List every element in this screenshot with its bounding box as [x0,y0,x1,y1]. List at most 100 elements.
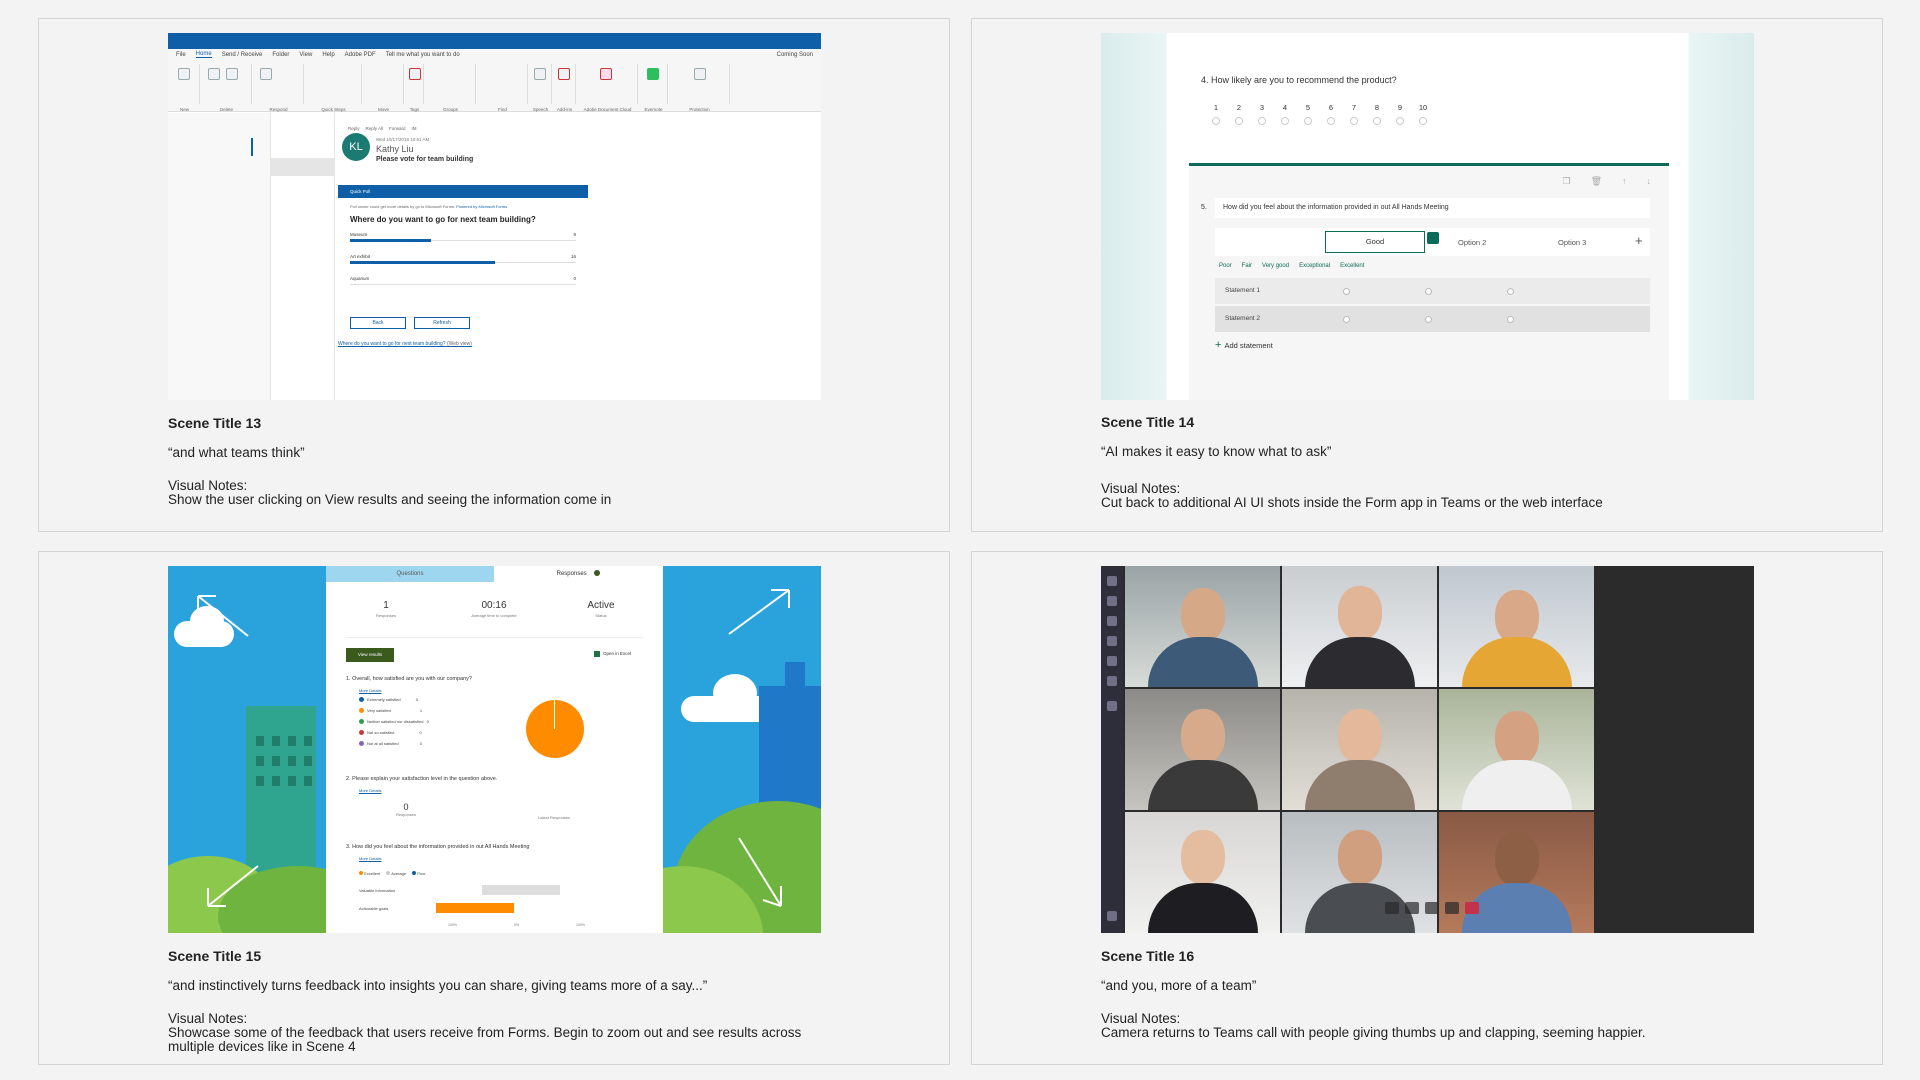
participant-avatar [1180,830,1225,884]
move-down-icon[interactable]: ↓ [1647,176,1652,187]
scene-caption: Scene Title 14 “AI makes it easy to know… [1101,414,1781,510]
selected-message[interactable] [271,158,335,176]
trash-icon[interactable]: 🗑 [1591,176,1602,187]
hang-up-icon[interactable] [1465,902,1479,914]
menu-adobe-pdf[interactable]: Adobe PDF [345,52,376,58]
files-icon[interactable] [1107,676,1117,686]
reading-pane: Reply Reply All Forward IM Wed 10/17/201… [338,113,821,400]
scale-option[interactable]: 6 [1326,103,1336,125]
suggestion-chip[interactable]: Exceptional [1299,263,1330,269]
participant-avatar [1180,588,1225,642]
add-statement-button[interactable]: + Add statement [1215,339,1273,351]
suggestion-chip[interactable]: Very good [1262,263,1289,269]
menu-file[interactable]: File [176,52,186,58]
evernote-icon[interactable] [647,68,659,80]
likert-options-row: Good Option 2 Option 3 + [1215,228,1650,256]
ribbon-group-move: Move [364,64,404,112]
question-4: 4. How likely are you to recommend the p… [1201,75,1397,85]
add-option-icon[interactable]: + [1635,233,1643,248]
visual-notes-text: Showcase some of the feedback that users… [168,1025,802,1054]
poll-bar-museum [350,239,432,242]
teams-icon[interactable] [1107,616,1117,626]
speech-icon[interactable] [534,68,546,80]
ribbon-group-adobe: Adobe Document Cloud [578,64,638,112]
reply-icon[interactable] [260,68,272,80]
scale-option[interactable]: 1 [1211,103,1221,125]
more-apps-icon[interactable] [1107,701,1117,711]
delete-option-icon[interactable] [1427,232,1439,244]
more-details-link[interactable]: More Details [359,688,381,693]
chat-icon[interactable] [1107,596,1117,606]
stat-responses: 1 Responses [375,600,396,618]
more-details-link[interactable]: More Details [359,856,381,861]
adobe-icon[interactable] [600,68,612,80]
option-1-input[interactable]: Good [1325,231,1425,253]
scene-card-13: File Home Send / Receive Folder View Hel… [38,18,950,532]
web-view-link[interactable]: Where do you want to go for next team bu… [338,341,472,347]
scale-option[interactable]: 3 [1257,103,1267,125]
scale-option[interactable]: 9 [1395,103,1405,125]
question-5-input[interactable]: How did you feel about the information p… [1215,198,1650,218]
camera-icon[interactable] [1385,902,1399,914]
tab-responses[interactable]: Responses [494,566,663,582]
archive-icon[interactable] [226,68,238,80]
meetings-icon[interactable] [1107,636,1117,646]
view-results-button[interactable]: View results [346,648,394,662]
reply-button[interactable]: Reply [348,126,360,131]
ribbon-group-addins: Add-ins [554,64,576,112]
scale-option[interactable]: 4 [1280,103,1290,125]
legend-item: Very satisfied 1 [359,708,422,714]
calls-icon[interactable] [1107,656,1117,666]
reply-all-button[interactable]: Reply All [366,126,384,131]
forward-button[interactable]: Forward [389,126,406,131]
microphone-icon[interactable] [1405,902,1419,914]
question-tools: ❐ 🗑 ↑ ↓ [1562,176,1651,187]
teams-app-rail [1101,566,1123,933]
new-email-icon[interactable] [178,68,190,80]
more-details-link[interactable]: More Details [359,788,381,793]
scale-option[interactable]: 7 [1349,103,1359,125]
option-3[interactable]: Option 3 [1558,238,1586,247]
flag-icon[interactable] [409,68,421,80]
more-options-icon[interactable] [1445,902,1459,914]
scale-option[interactable]: 8 [1372,103,1382,125]
option-2[interactable]: Option 2 [1458,238,1486,247]
delete-icon[interactable] [208,68,220,80]
suggestion-chip[interactable]: Fair [1242,263,1252,269]
scale-option[interactable]: 5 [1303,103,1313,125]
im-button[interactable]: IM [412,126,417,131]
report-message-icon[interactable] [694,68,706,80]
results-question-2: 2. Please explain your satisfaction leve… [346,776,498,782]
legend-item: Extremely satisfied 0 [359,697,418,703]
ribbon-group-find: Find [478,64,528,112]
likert-bar-average [482,885,560,895]
arrow-icon [197,595,259,907]
tab-questions[interactable]: Questions [326,566,494,582]
menu-home[interactable]: Home [195,51,212,58]
activity-icon[interactable] [1107,576,1117,586]
open-in-excel-button[interactable]: Open in Excel [594,651,631,657]
q2-response-count: 0 Responses [396,802,417,817]
menu-tell-me[interactable]: Tell me what you want to do [386,52,460,58]
menu-folder[interactable]: Folder [272,52,289,58]
poll-header: Quick Poll [338,185,588,198]
addins-icon[interactable] [558,68,570,80]
help-icon[interactable] [1107,911,1117,921]
share-screen-icon[interactable] [1425,902,1439,914]
scale-option[interactable]: 10 [1418,103,1428,125]
likert-bar-excellent [436,903,514,913]
participant-avatar [1337,586,1382,640]
move-up-icon[interactable]: ↑ [1622,176,1627,187]
coming-soon-toggle[interactable]: Coming Soon [777,52,813,58]
menu-send-receive[interactable]: Send / Receive [222,52,263,58]
back-button[interactable]: Back [350,317,406,329]
scale-option[interactable]: 2 [1234,103,1244,125]
powered-by-link[interactable]: Powered by Microsoft Forms [456,204,507,209]
suggestion-chip[interactable]: Poor [1219,263,1232,269]
refresh-button[interactable]: Refresh [414,317,470,329]
menu-help[interactable]: Help [322,52,334,58]
scene-card-16: Scene Title 16 “and you, more of a team”… [971,551,1883,1065]
suggestion-chip[interactable]: Excellent [1340,263,1364,269]
menu-view[interactable]: View [299,52,312,58]
copy-icon[interactable]: ❐ [1562,176,1570,187]
